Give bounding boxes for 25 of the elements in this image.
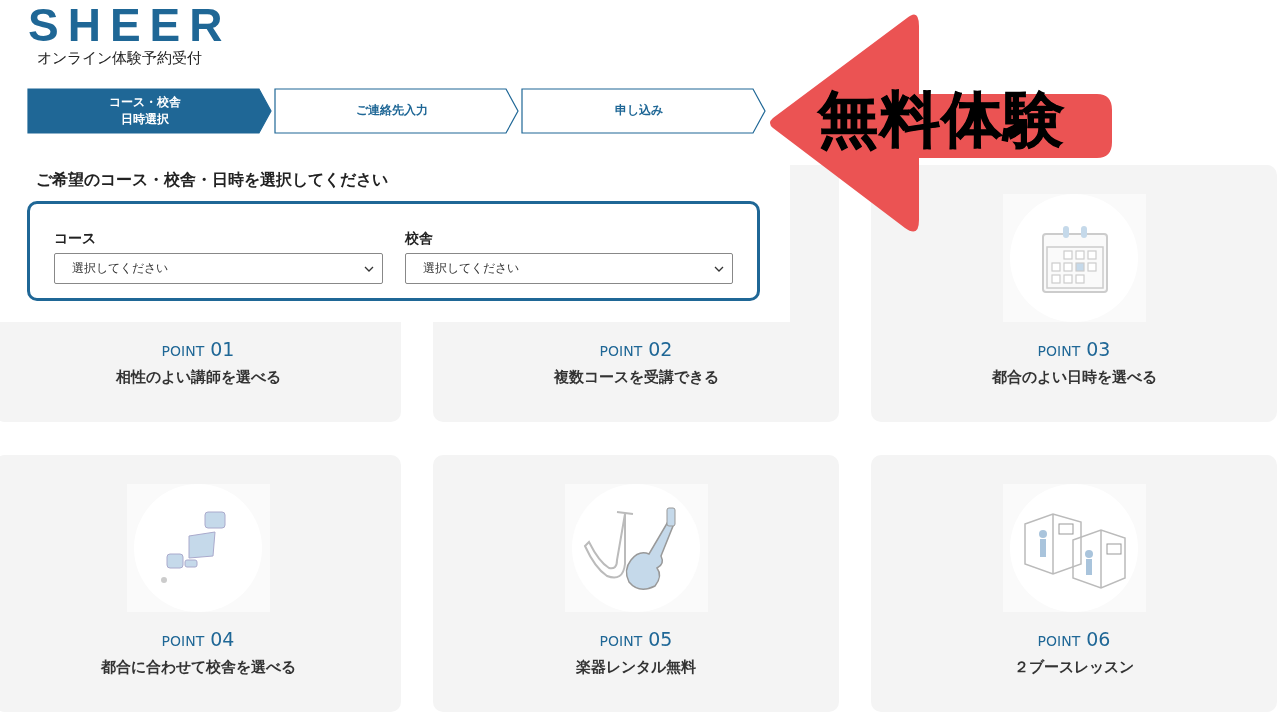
point-title: ２ブースレッスン (1014, 658, 1134, 677)
field-label: コース (54, 230, 97, 248)
point-label: POINT 01 (161, 338, 235, 360)
select-field[interactable]: 選択してください (404, 253, 733, 284)
callout-text: 無料体験 (818, 86, 1066, 152)
step-tab[interactable]: 申し込み (521, 88, 766, 134)
form-heading: ご希望のコース・校舎・日時を選択してください (36, 170, 388, 191)
point-title: 都合のよい日時を選べる (991, 368, 1157, 387)
field-label: 校舎 (404, 230, 434, 248)
point-label: POINT 02 (599, 338, 673, 360)
caret-icon (363, 265, 374, 272)
caret-icon (714, 265, 724, 272)
point-title: 相性のよい講師を選べる (115, 368, 281, 387)
step-tab[interactable]: ご連絡先入力 (274, 88, 519, 134)
point-label: POINT 04 (161, 628, 235, 650)
point-label: POINT 05 (599, 628, 673, 650)
step-tab[interactable]: コース・校舎日時選択 (27, 88, 272, 134)
point-title: 楽器レンタル無料 (576, 658, 696, 677)
logo: SHEER (28, 0, 232, 51)
site-subtitle: オンライン体験予約受付 (37, 49, 202, 68)
point-label: POINT 03 (1037, 338, 1111, 360)
select-field[interactable]: 選択してください (54, 253, 383, 284)
point-label: POINT 06 (1037, 628, 1111, 650)
point-title: 複数コースを受講できる (553, 368, 719, 387)
point-title: 都合に合わせて校舎を選べる (100, 658, 296, 677)
